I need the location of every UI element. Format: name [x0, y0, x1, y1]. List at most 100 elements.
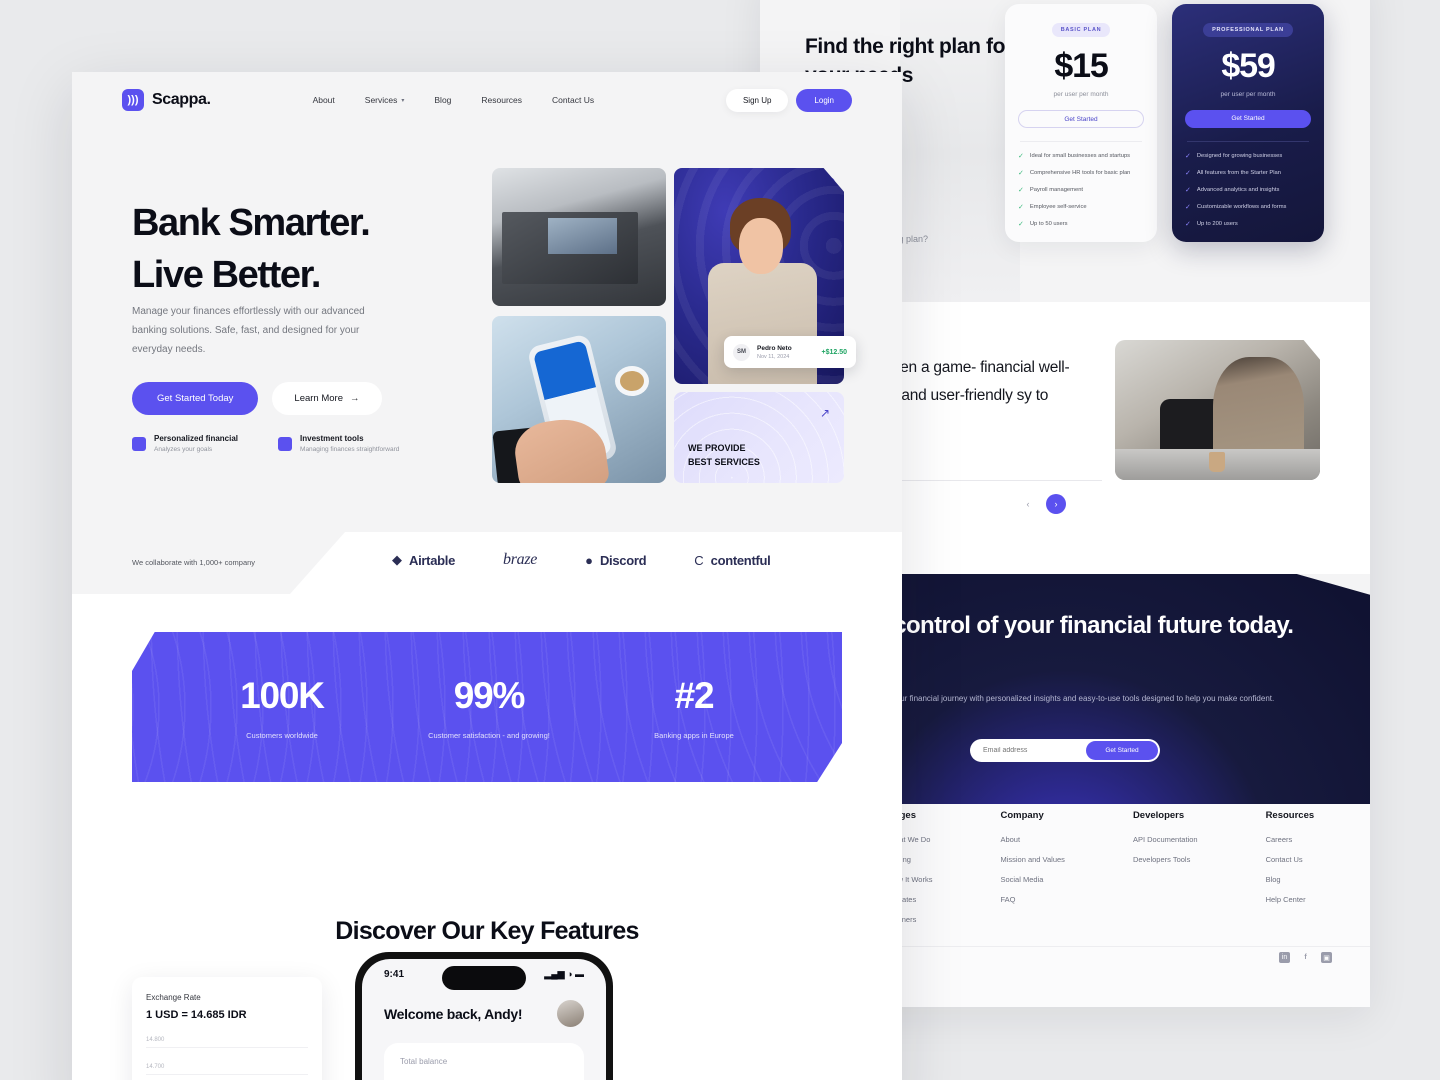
transaction-name: Pedro Neto [757, 344, 792, 352]
hero-cta-group: Get Started Today Learn More → [132, 382, 382, 415]
navbar: ))) Scappa. About Services ▾ Blog Resour… [72, 72, 902, 128]
plan-feature-label: Designed for growing businesses [1196, 153, 1283, 159]
nav-item-about[interactable]: About [313, 95, 335, 105]
footer-link[interactable]: About [1000, 835, 1064, 844]
plan-feature: ✓ Designed for growing businesses [1185, 152, 1311, 160]
pricing-card-professional[interactable]: PROFESSIONAL PLAN $59 per user per month… [1172, 4, 1324, 242]
cta-signup-form: Get Started [970, 739, 1160, 762]
nav-item-label: Services [364, 95, 398, 105]
partner-contentful[interactable]: C contentful [694, 552, 771, 568]
testimonial-photo [1115, 340, 1320, 480]
brand-name: Scappa. [152, 91, 211, 108]
footer-column-developers: Developers API Documentation Developers … [1133, 810, 1198, 935]
stats-banner: 100K Customers worldwide 99% Customer sa… [132, 632, 842, 782]
footer-link[interactable]: FAQ [1000, 895, 1064, 904]
check-icon: ✓ [1018, 187, 1024, 194]
stat-item: #2 Banking apps in Europe [654, 675, 734, 740]
hero-feature-list: Personalized financial Analyzes your goa… [132, 434, 399, 453]
testimonial-nav: ‹ › [1018, 494, 1066, 514]
plan-cta-button[interactable]: Get Started [1185, 110, 1311, 128]
scappa-mark-icon: ))) [122, 89, 144, 111]
plan-period: per user per month [1053, 91, 1109, 98]
get-started-button[interactable]: Get Started Today [132, 382, 259, 415]
footer-link[interactable]: Social Media [1000, 875, 1064, 884]
learn-more-button[interactable]: Learn More → [272, 382, 382, 415]
check-icon: ✓ [1018, 153, 1024, 160]
facebook-icon[interactable]: f [1300, 952, 1311, 963]
avatar[interactable] [557, 1000, 584, 1027]
mockup-canvas: Find the right plan for your needs icing… [0, 0, 1440, 1080]
instagram-icon[interactable]: ▣ [1321, 952, 1332, 963]
gallery-building-photo [492, 168, 666, 306]
services-card[interactable]: ↗ WE PROVIDE BEST SERVICES [674, 392, 844, 483]
plan-period: per user per month [1220, 91, 1276, 98]
gallery-phone-photo [492, 316, 666, 483]
exchange-tick-low: 14.700 [146, 1064, 165, 1070]
signup-button[interactable]: Sign Up [725, 88, 789, 112]
partner-braze[interactable]: braze [503, 551, 537, 569]
chart-icon [278, 437, 293, 451]
partner-discord[interactable]: ● Discord [585, 553, 646, 568]
plan-feature: ✓ Payroll management [1018, 186, 1144, 194]
footer-link[interactable]: Help Center [1266, 895, 1315, 904]
plan-badge: PROFESSIONAL PLAN [1203, 23, 1293, 37]
email-input[interactable] [983, 747, 1086, 754]
hero-feature: Personalized financial Analyzes your goa… [132, 434, 238, 453]
footer-link[interactable]: Contact Us [1266, 855, 1315, 864]
partner-name: Discord [599, 552, 647, 568]
footer-link[interactable]: Blog [1266, 875, 1315, 884]
chevron-left-icon[interactable]: ‹ [1018, 494, 1038, 514]
photo-cup [1209, 451, 1226, 472]
chevron-right-icon[interactable]: › [1046, 494, 1066, 514]
stat-value: 99% [453, 674, 526, 716]
divider [1020, 141, 1142, 142]
partners-strip: We collaborate with 1,000+ company ◆ Air… [72, 532, 902, 594]
exchange-rate-value: 1 USD = 14.685 IDR [146, 1009, 247, 1021]
partners-label: We collaborate with 1,000+ company [132, 558, 256, 567]
plan-feature-label: Up to 50 users [1029, 221, 1068, 227]
photo-coffee-cup [614, 366, 649, 397]
stat-label: Banking apps in Europe [654, 730, 734, 740]
footer-link[interactable]: Mission and Values [1000, 855, 1064, 864]
airtable-icon: ◆ [392, 552, 402, 567]
stat-item: 99% Customer satisfaction - and growing! [428, 675, 550, 740]
check-icon: ✓ [1185, 170, 1191, 177]
stat-label: Customer satisfaction - and growing! [428, 730, 550, 740]
services-line2: BEST SERVICES [688, 457, 760, 467]
phone-balance-card: Total balance [384, 1043, 584, 1080]
stats-row: 100K Customers worldwide 99% Customer sa… [132, 632, 842, 782]
stat-value: #2 [674, 674, 715, 716]
phone-screen: 9:41 ▂▄▆ ◑ ▬ Welcome back, Andy! Total b… [362, 959, 606, 1080]
check-icon: ✓ [1018, 221, 1024, 228]
cta-submit-button[interactable]: Get Started [1086, 741, 1158, 760]
partner-airtable[interactable]: ◆ Airtable [392, 552, 455, 568]
phone-greeting: Welcome back, Andy! [384, 1005, 523, 1022]
nav-item-services[interactable]: Services ▾ [365, 95, 405, 105]
plan-cta-button[interactable]: Get Started [1018, 110, 1144, 128]
page-title: Bank Smarter. Live Better. [132, 197, 371, 301]
transaction-date: Nov 11, 2024 [757, 353, 790, 360]
divider [870, 480, 1102, 481]
transaction-amount: +$12.50 [821, 348, 848, 356]
status-time: 9:41 [384, 969, 405, 980]
partner-name: contentful [710, 552, 771, 568]
footer-link[interactable]: Developers Tools [1133, 855, 1198, 864]
footer-link[interactable]: Careers [1266, 835, 1315, 844]
linkedin-icon[interactable]: in [1279, 952, 1290, 963]
arrow-right-icon: → [350, 393, 360, 404]
partner-name: braze [503, 551, 538, 568]
check-icon: ✓ [1185, 153, 1191, 160]
hero-gallery: ))) Received $150K USD [492, 168, 856, 483]
footer-link[interactable]: API Documentation [1133, 835, 1198, 844]
pricing-card-basic[interactable]: BASIC PLAN $15 per user per month Get St… [1005, 4, 1157, 242]
nav-item-blog[interactable]: Blog [434, 95, 451, 105]
nav-item-resources[interactable]: Resources [481, 95, 522, 105]
stat-item: 100K Customers worldwide [240, 675, 325, 740]
gridline [146, 1047, 308, 1048]
learn-more-label: Learn More [294, 393, 343, 404]
plan-feature-label: Advanced analytics and insights [1196, 187, 1280, 193]
login-button[interactable]: Login [796, 88, 852, 112]
nav-item-contact[interactable]: Contact Us [552, 95, 594, 105]
brand-logo[interactable]: ))) Scappa. [122, 89, 211, 111]
building-glass [547, 217, 618, 254]
